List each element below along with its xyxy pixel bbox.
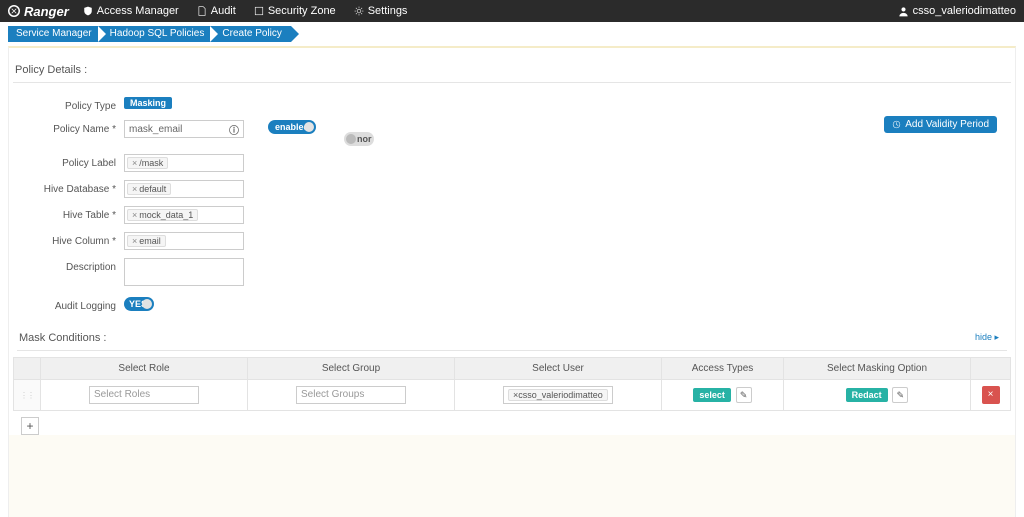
brand-text: Ranger [24,4,69,19]
label-policy-name: Policy Name [9,120,124,135]
label-policy-label: Policy Label [9,154,124,169]
select-group-input[interactable]: Select Groups [296,386,406,404]
toggle-knob [304,122,314,132]
tag-text: email [139,236,161,246]
tag-remove-icon[interactable]: × [132,236,137,246]
label-hive-table: Hive Table [9,206,124,221]
col-select-group: Select Group [248,358,455,380]
select-user-input[interactable]: ×csso_valeriodimatteo [503,386,613,404]
audit-toggle[interactable]: YES [124,297,154,311]
breadcrumb-bar: Service Manager Hadoop SQL Policies Crea… [0,22,1024,46]
shield-icon [83,6,93,16]
breadcrumb-item[interactable]: Create Policy [210,26,290,42]
enabled-toggle[interactable]: enabled [268,120,316,134]
breadcrumb-item[interactable]: Service Manager [8,26,101,42]
select-role-input[interactable]: Select Roles [89,386,199,404]
edit-mask-button[interactable]: ✎ [892,387,908,403]
validity-label: Add Validity Period [905,119,989,130]
add-row-button[interactable]: + [21,417,39,435]
hive-table-field[interactable]: ×mock_data_1 [124,206,244,224]
policy-form: Policy Type Masking Policy Name mask_ema… [9,83,1015,326]
col-access-types: Access Types [662,358,784,380]
nav-security-zone[interactable]: Security Zone [254,5,336,17]
ranger-icon [8,5,20,17]
policy-label-field[interactable]: ×/mask [124,154,244,172]
nav-access-manager[interactable]: Access Manager [83,5,179,17]
user-name: csso_valeriodimatteo [913,5,1016,17]
nav-audit[interactable]: Audit [197,5,236,17]
user-menu[interactable]: csso_valeriodimatteo [898,5,1016,17]
mask-conditions-table: Select Role Select Group Select User Acc… [13,357,1011,411]
col-select-user: Select User [455,358,662,380]
policy-name-value: mask_email [129,124,182,135]
toggle-label: nor [357,134,372,144]
user-tag[interactable]: ×csso_valeriodimatteo [508,389,608,401]
doc-icon [197,6,207,16]
zone-icon [254,6,264,16]
tag-remove-icon[interactable]: × [132,158,137,168]
tag-item[interactable]: ×email [127,235,166,247]
tag-item[interactable]: ×/mask [127,157,168,169]
col-masking-option: Select Masking Option [784,358,971,380]
masking-option-chip: Redact [846,388,888,402]
edit-access-button[interactable]: ✎ [736,387,752,403]
main-panel: Add Validity Period Policy Details : Pol… [8,46,1016,517]
label-policy-type: Policy Type [9,97,124,112]
drag-col-header [14,358,41,380]
tag-remove-icon[interactable]: × [132,184,137,194]
description-textarea[interactable] [124,258,244,286]
user-tag-text: csso_valeriodimatteo [518,390,603,400]
top-navbar: Ranger Access Manager Audit Security Zon… [0,0,1024,22]
nav-label: Audit [211,5,236,17]
section-mask-conditions: Mask Conditions : hide ▸ [17,326,1007,351]
normal-override-toggle[interactable]: nor [344,132,374,146]
tag-text: /mask [139,158,163,168]
col-actions [971,358,1011,380]
tag-text: default [139,184,166,194]
toggle-knob [346,134,356,144]
hide-link[interactable]: hide ▸ [975,332,999,343]
hive-column-field[interactable]: ×email [124,232,244,250]
policy-type-badge: Masking [124,97,172,109]
tag-remove-icon[interactable]: × [132,210,137,220]
nav-label: Settings [368,5,408,17]
tag-text: mock_data_1 [139,210,193,220]
delete-row-button[interactable]: × [982,386,1000,404]
toggle-knob [142,299,152,309]
section-mask-label: Mask Conditions : [19,332,106,344]
nav-settings[interactable]: Settings [354,5,408,17]
user-icon [898,6,909,17]
label-audit: Audit Logging [9,297,124,312]
add-validity-button[interactable]: Add Validity Period [884,116,997,133]
section-policy-details: Policy Details : [13,58,1011,83]
nav-label: Security Zone [268,5,336,17]
label-description: Description [9,258,124,273]
tag-item[interactable]: ×default [127,183,171,195]
hive-database-field[interactable]: ×default [124,180,244,198]
tag-item[interactable]: ×mock_data_1 [127,209,198,221]
label-hive-column: Hive Column [9,232,124,247]
breadcrumb-item[interactable]: Hadoop SQL Policies [98,26,214,42]
mask-condition-row: ⋮⋮ Select Roles Select Groups ×csso_vale… [14,380,1011,411]
gear-icon [354,6,364,16]
clock-icon [892,120,901,129]
policy-name-field[interactable]: mask_email ⓘ [124,120,244,138]
info-icon[interactable]: ⓘ [229,122,239,137]
nav-label: Access Manager [97,5,179,17]
drag-handle[interactable]: ⋮⋮ [14,380,41,411]
col-select-role: Select Role [41,358,248,380]
access-type-chip: select [693,388,731,402]
label-hive-database: Hive Database [9,180,124,195]
brand-logo: Ranger [8,4,69,19]
